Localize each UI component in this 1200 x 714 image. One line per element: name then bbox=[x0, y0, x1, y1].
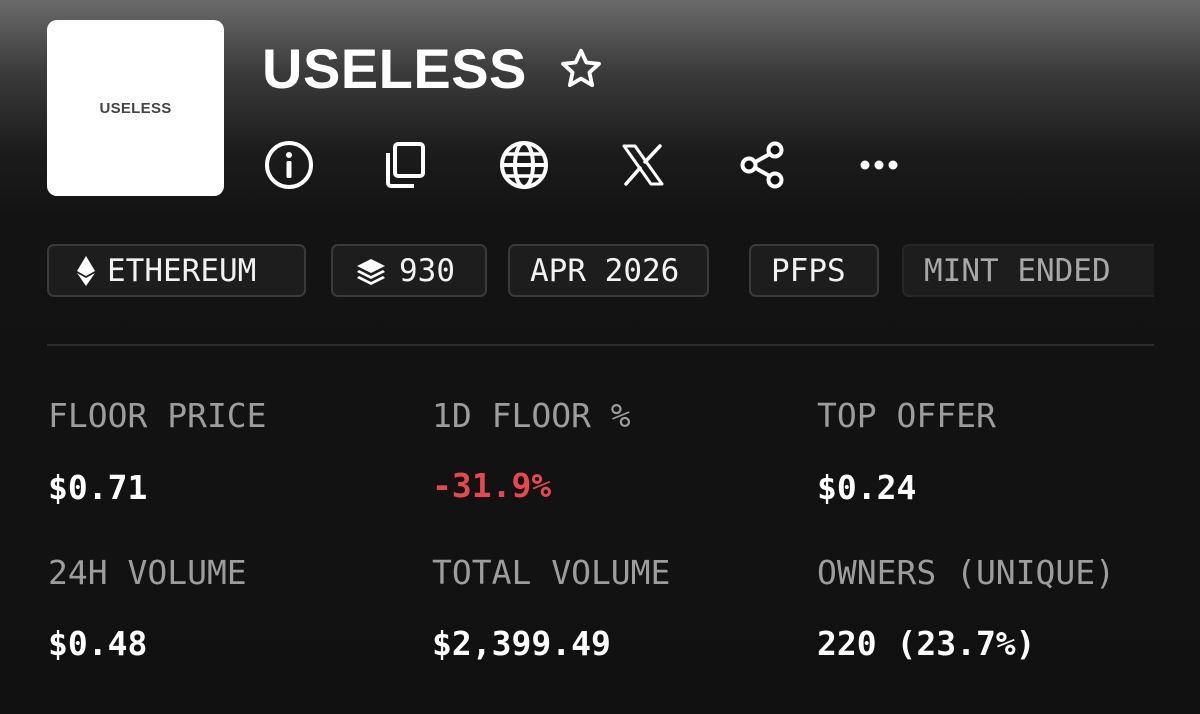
floor-price-label: FLOOR PRICE bbox=[48, 396, 267, 435]
copy-icon[interactable] bbox=[379, 138, 433, 192]
category-tag-label: PFPS bbox=[771, 252, 846, 289]
floor-price-value: $0.71 bbox=[48, 468, 148, 507]
mint-status-label: MINT ENDED bbox=[924, 252, 1111, 289]
x-logo-icon[interactable] bbox=[616, 138, 670, 192]
mint-status-tag: MINT ENDED bbox=[902, 244, 1154, 297]
ethereum-icon bbox=[77, 255, 95, 286]
top-offer-label: TOP OFFER bbox=[817, 396, 996, 435]
owners-label: OWNERS (UNIQUE) bbox=[817, 553, 1116, 592]
divider bbox=[47, 344, 1154, 346]
supply-tag-label: 930 bbox=[399, 252, 455, 289]
collection-logo: USELESS bbox=[47, 20, 224, 196]
more-icon[interactable] bbox=[852, 138, 906, 192]
volume-24h-value: $0.48 bbox=[48, 624, 148, 663]
collection-title: USELESS bbox=[262, 37, 527, 100]
top-offer-value: $0.24 bbox=[817, 468, 917, 507]
floor-change-value: -31.9% bbox=[432, 466, 552, 505]
globe-icon[interactable] bbox=[497, 138, 551, 192]
owners-value: 220 (23.7%) bbox=[817, 624, 1036, 663]
collection-logo-text: USELESS bbox=[99, 99, 172, 117]
info-icon[interactable] bbox=[262, 138, 316, 192]
total-volume-value: $2,399.49 bbox=[432, 624, 611, 663]
layers-icon bbox=[355, 257, 387, 285]
date-tag-label: APR 2026 bbox=[530, 252, 680, 289]
star-icon[interactable] bbox=[555, 43, 607, 95]
total-volume-label: TOTAL VOLUME bbox=[432, 553, 671, 592]
chain-tag-label: ETHEREUM bbox=[107, 252, 257, 289]
floor-change-label: 1D FLOOR % bbox=[432, 396, 631, 435]
share-icon[interactable] bbox=[735, 138, 789, 192]
category-tag[interactable]: PFPS bbox=[749, 244, 879, 297]
tag-list: ETHEREUM 930 APR 2026 PFPS MINT ENDED bbox=[47, 244, 1154, 297]
volume-24h-label: 24H VOLUME bbox=[48, 553, 247, 592]
title-row: USELESS bbox=[262, 34, 607, 104]
supply-tag[interactable]: 930 bbox=[331, 244, 487, 297]
chain-tag[interactable]: ETHEREUM bbox=[47, 244, 306, 297]
date-tag[interactable]: APR 2026 bbox=[508, 244, 709, 297]
